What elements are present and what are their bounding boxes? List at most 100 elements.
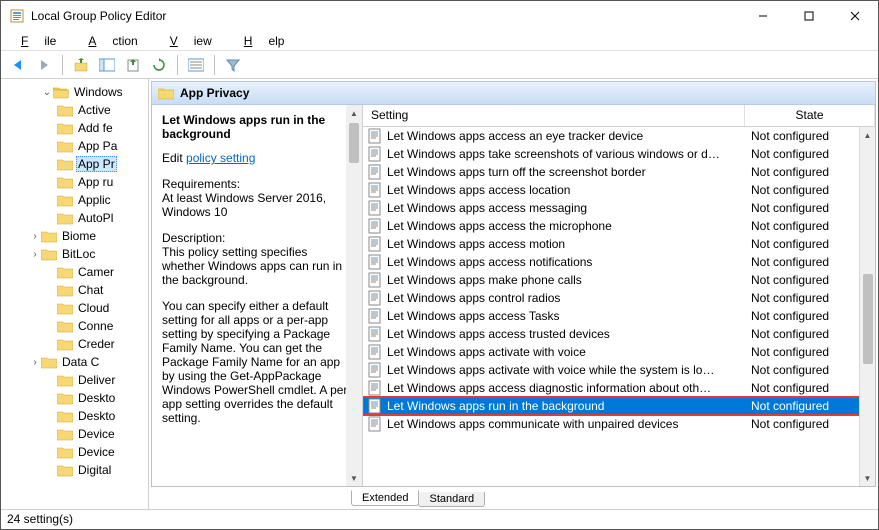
column-setting[interactable]: Setting — [363, 105, 745, 126]
minimize-button[interactable] — [740, 1, 786, 31]
show-hide-tree-button[interactable] — [96, 54, 118, 76]
folder-icon — [57, 121, 73, 135]
list-header: Setting State — [363, 105, 875, 127]
tab-standard[interactable]: Standard — [418, 492, 485, 507]
row-setting: Let Windows apps make phone calls — [387, 273, 751, 287]
tree-node[interactable]: Creder — [1, 335, 148, 353]
list-row[interactable]: Let Windows apps activate with voice whi… — [363, 361, 875, 379]
tree-node[interactable]: AutoPl — [1, 209, 148, 227]
tree-node[interactable]: Digital — [1, 461, 148, 479]
tree-label: Device — [76, 445, 117, 459]
tree-node[interactable]: Cloud — [1, 299, 148, 317]
tree-node[interactable]: ›BitLoc — [1, 245, 148, 263]
scroll-up-icon[interactable]: ▲ — [346, 105, 362, 121]
list-row[interactable]: Let Windows apps access notificationsNot… — [363, 253, 875, 271]
description-title: Description: — [162, 231, 352, 245]
export-list-button[interactable] — [122, 54, 144, 76]
tree-node[interactable]: Applic — [1, 191, 148, 209]
policy-icon — [367, 272, 383, 288]
list-scrollbar[interactable]: ▲ ▼ — [859, 127, 875, 486]
menu-file[interactable]: File — [5, 32, 72, 50]
edit-policy-link[interactable]: policy setting — [186, 151, 255, 165]
maximize-button[interactable] — [786, 1, 832, 31]
close-button[interactable] — [832, 1, 878, 31]
column-state[interactable]: State — [745, 105, 875, 126]
list-row[interactable]: Let Windows apps communicate with unpair… — [363, 415, 875, 433]
tree-pane[interactable]: ⌄ Windows Active Add fe App PaApp PrApp ru… — [1, 79, 149, 509]
list-row[interactable]: Let Windows apps make phone callsNot con… — [363, 271, 875, 289]
selected-policy-title: Let Windows apps run in the background — [162, 113, 325, 141]
folder-icon — [57, 283, 73, 297]
row-state: Not configured — [751, 273, 871, 287]
menu-action[interactable]: Action — [72, 32, 153, 50]
tree-node[interactable]: App Pa — [1, 137, 148, 155]
tree-node[interactable]: Deskto — [1, 389, 148, 407]
tree-node[interactable]: Active — [1, 101, 148, 119]
list-row[interactable]: Let Windows apps access an eye tracker d… — [363, 127, 875, 145]
tree-node[interactable]: Device — [1, 443, 148, 461]
tree-label: Deliver — [76, 373, 117, 387]
list-row[interactable]: Let Windows apps access trusted devicesN… — [363, 325, 875, 343]
refresh-button[interactable] — [148, 54, 170, 76]
tree-label: Add fe — [76, 121, 115, 135]
tree-node[interactable]: Camer — [1, 263, 148, 281]
scroll-down-icon[interactable]: ▼ — [860, 470, 875, 486]
properties-button[interactable] — [185, 54, 207, 76]
list-row[interactable]: Let Windows apps activate with voiceNot … — [363, 343, 875, 361]
list-row[interactable]: Let Windows apps control radiosNot confi… — [363, 289, 875, 307]
list-row[interactable]: Let Windows apps access motionNot config… — [363, 235, 875, 253]
tree-node[interactable]: App ru — [1, 173, 148, 191]
list-row[interactable]: Let Windows apps run in the backgroundNo… — [363, 397, 875, 415]
list-row[interactable]: Let Windows apps access messagingNot con… — [363, 199, 875, 217]
menubar: File Action View Help — [1, 31, 878, 51]
tree-node[interactable]: App Pr — [1, 155, 148, 173]
description-scrollbar[interactable]: ▲ ▼ — [346, 105, 362, 486]
up-button[interactable] — [70, 54, 92, 76]
policy-icon — [367, 128, 383, 144]
tree-node[interactable]: ›Biome — [1, 227, 148, 245]
policy-icon — [367, 380, 383, 396]
expand-icon[interactable]: › — [29, 231, 41, 242]
tree-node[interactable]: ›Data C — [1, 353, 148, 371]
expand-icon[interactable]: › — [29, 249, 41, 260]
requirements-body: At least Windows Server 2016, Windows 10 — [162, 191, 352, 219]
collapse-icon[interactable]: ⌄ — [41, 87, 53, 98]
menu-help[interactable]: Help — [228, 32, 301, 50]
filter-button[interactable] — [222, 54, 244, 76]
policy-icon — [367, 398, 383, 414]
tree-label: Active — [76, 103, 113, 117]
list-row[interactable]: Let Windows apps take screenshots of var… — [363, 145, 875, 163]
window-title: Local Group Policy Editor — [31, 9, 740, 23]
tree-node[interactable]: Deskto — [1, 407, 148, 425]
back-button[interactable] — [7, 54, 29, 76]
expand-icon[interactable]: › — [29, 357, 41, 368]
scroll-down-icon[interactable]: ▼ — [346, 470, 362, 486]
tree-node[interactable]: Add fe — [1, 119, 148, 137]
tree-node[interactable]: Conne — [1, 317, 148, 335]
row-state: Not configured — [751, 345, 871, 359]
forward-button[interactable] — [33, 54, 55, 76]
tab-extended[interactable]: Extended — [351, 490, 419, 506]
row-setting: Let Windows apps activate with voice whi… — [387, 363, 751, 377]
tree-node[interactable]: Deliver — [1, 371, 148, 389]
folder-icon — [57, 193, 73, 207]
tree-node[interactable]: Device — [1, 425, 148, 443]
folder-icon — [57, 409, 73, 423]
list-row[interactable]: Let Windows apps access diagnostic infor… — [363, 379, 875, 397]
row-state: Not configured — [751, 237, 871, 251]
menu-view[interactable]: View — [154, 32, 228, 50]
list-row[interactable]: Let Windows apps access the microphoneNo… — [363, 217, 875, 235]
policy-icon — [367, 344, 383, 360]
list-row[interactable]: Let Windows apps access locationNot conf… — [363, 181, 875, 199]
scroll-up-icon[interactable]: ▲ — [860, 127, 875, 143]
settings-list: Setting State Let Windows apps access an… — [362, 105, 875, 486]
list-row[interactable]: Let Windows apps access TasksNot configu… — [363, 307, 875, 325]
tree-node[interactable]: Chat — [1, 281, 148, 299]
row-state: Not configured — [751, 291, 871, 305]
scroll-thumb[interactable] — [349, 123, 359, 163]
list-row[interactable]: Let Windows apps turn off the screenshot… — [363, 163, 875, 181]
scroll-thumb[interactable] — [863, 274, 873, 364]
row-setting: Let Windows apps access diagnostic infor… — [387, 381, 751, 395]
app-icon — [9, 8, 25, 24]
tree-node-parent[interactable]: ⌄ Windows — [1, 83, 148, 101]
